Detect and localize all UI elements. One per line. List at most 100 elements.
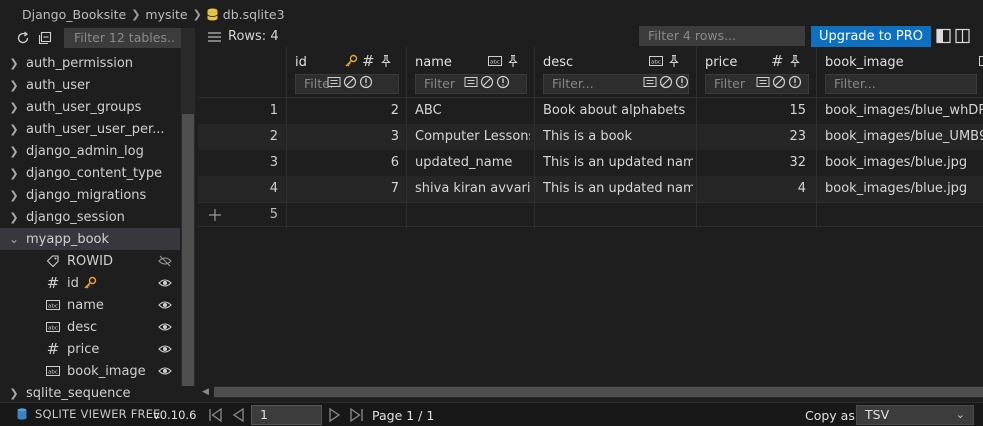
first-previous-page-icons[interactable] [208, 407, 246, 423]
grid-scrollbar-thumb[interactable] [214, 387, 983, 397]
pin-icon[interactable] [788, 54, 802, 68]
breadcrumb: Django_Booksite ❯ mysite ❯ db.sqlite3 [0, 0, 983, 28]
copy-format-select[interactable]: TSV ⌄ [856, 405, 974, 425]
column-item-book-image[interactable]: abc book_image [0, 360, 180, 382]
column-item-name[interactable]: abc name [0, 294, 180, 316]
breadcrumb-item-folder[interactable]: mysite [145, 7, 187, 22]
sqlite-logo-icon [17, 408, 27, 420]
filter-alert-icon[interactable] [359, 75, 373, 89]
column-header-book-image[interactable]: book_image Filter... [816, 47, 983, 98]
eye-closed-icon[interactable] [158, 255, 172, 267]
chevron-right-icon: ❯ [9, 56, 19, 70]
column-header-desc[interactable]: desc abc Filter... [534, 47, 696, 98]
filter-text-icon[interactable] [643, 75, 657, 89]
collapse-all-icon[interactable] [38, 31, 52, 45]
table-tree: ❯ auth_permission ❯ auth_user ❯ auth_user_g… [0, 52, 180, 404]
column-item-id[interactable]: # id [0, 272, 180, 294]
scroll-left-icon[interactable]: ◀ [202, 387, 209, 397]
breadcrumb-item-project[interactable]: Django_Booksite [22, 7, 126, 22]
main-toolbar: Rows: 4 Filter 4 rows... Upgrade to PRO [198, 26, 983, 48]
table-item[interactable]: ❯ django_admin_log [0, 140, 180, 162]
table-row[interactable]: 4 7 shiva kiran avvari This is an update… [198, 176, 983, 202]
table-item[interactable]: ❯ auth_user [0, 74, 180, 96]
next-last-page-icons[interactable] [328, 407, 366, 423]
copy-as-label: Copy as [805, 408, 855, 423]
filter-null-icon[interactable] [772, 75, 786, 89]
grid-horizontal-scrollbar[interactable] [214, 386, 983, 398]
column-item-desc[interactable]: abc desc [0, 316, 180, 338]
column-header-id[interactable]: id # Filter [286, 47, 406, 98]
eye-icon[interactable] [158, 299, 172, 311]
chevron-down-icon: ⌄ [955, 408, 965, 421]
filter-text-icon[interactable] [327, 75, 341, 89]
text-icon: abc [46, 366, 60, 376]
page-number-input[interactable]: 1 [251, 405, 322, 425]
filter-alert-icon[interactable] [496, 75, 510, 89]
panel-layout-controls [936, 28, 970, 48]
table-item[interactable]: ❯ django_content_type [0, 162, 180, 184]
column-header-price[interactable]: price # Filter [696, 47, 816, 98]
sidebar-scrollbar[interactable] [181, 28, 195, 386]
filter-null-icon[interactable] [343, 75, 357, 89]
sidebar: Filter 12 tables.. ❯ auth_permission ❯ aut… [0, 28, 196, 402]
hash-icon: # [46, 274, 60, 292]
eye-icon[interactable] [158, 365, 172, 377]
eye-icon[interactable] [158, 343, 172, 355]
chevron-right-icon: ❯ [192, 7, 202, 21]
filter-text-icon[interactable] [756, 75, 770, 89]
column-item-rowid[interactable]: ROWID [0, 250, 180, 272]
table-item[interactable]: ❯ django_migrations [0, 184, 180, 206]
column-item-price[interactable]: # price [0, 338, 180, 360]
chevron-right-icon: ❯ [9, 166, 19, 180]
pin-icon[interactable] [667, 54, 681, 68]
chevron-right-icon: ❯ [9, 144, 19, 158]
key-icon [345, 54, 358, 67]
hash-icon: # [362, 52, 375, 70]
table-item[interactable]: ❯ sqlite_sequence [0, 382, 180, 404]
table-row[interactable]: 3 6 updated_name This is an updated name… [198, 150, 983, 176]
table-row[interactable]: 2 3 Computer Lessons This is a book 23 b… [198, 124, 983, 150]
eye-icon[interactable] [158, 277, 172, 289]
filter-tables-input[interactable]: Filter 12 tables.. [64, 28, 190, 48]
filter-text-icon[interactable] [464, 75, 478, 89]
upgrade-button[interactable]: Upgrade to PRO [811, 26, 931, 47]
table-item[interactable]: ❯ auth_user_groups [0, 96, 180, 118]
panel-toggle-icon[interactable] [936, 28, 970, 44]
text-icon [979, 56, 983, 66]
table-item-selected[interactable]: ⌄ myapp_book [0, 228, 180, 250]
pin-icon[interactable] [506, 54, 520, 68]
grid-header: id # Filter name abc Filter desc abc Fil… [198, 47, 983, 98]
new-row[interactable]: 5 [198, 202, 983, 227]
chevron-right-icon: ❯ [9, 386, 19, 400]
hash-icon: # [46, 340, 60, 358]
chevron-right-icon: ❯ [9, 78, 19, 92]
breadcrumb-item-file[interactable]: db.sqlite3 [223, 7, 285, 22]
chevron-right-icon: ❯ [9, 188, 19, 202]
page-label: Page 1 / 1 [372, 408, 435, 423]
key-icon [84, 276, 97, 289]
svg-text:abc: abc [48, 370, 58, 376]
table-item[interactable]: ❯ django_session [0, 206, 180, 228]
database-icon [206, 8, 218, 20]
sidebar-scrollbar-thumb[interactable] [182, 114, 194, 386]
column-filter-input[interactable]: Filter... [825, 74, 977, 94]
table-row[interactable]: 1 2 ABC Book about alphabets 15 book_ima… [198, 98, 983, 124]
filter-alert-icon[interactable] [675, 75, 689, 89]
filter-alert-icon[interactable] [788, 75, 802, 89]
filter-null-icon[interactable] [480, 75, 494, 89]
column-header-name[interactable]: name abc Filter [406, 47, 534, 98]
menu-icon[interactable] [208, 31, 221, 43]
filter-null-icon[interactable] [659, 75, 673, 89]
text-icon: abc [488, 56, 502, 66]
refresh-icon[interactable] [16, 31, 30, 45]
svg-text:abc: abc [48, 304, 58, 310]
pin-icon[interactable] [379, 54, 393, 68]
table-item[interactable]: ❯ auth_user_user_per... [0, 118, 180, 140]
sidebar-toolbar: Filter 12 tables.. [0, 28, 196, 48]
filter-rows-input[interactable]: Filter 4 rows... [639, 26, 805, 46]
data-grid: id # Filter name abc Filter desc abc Fil… [198, 47, 983, 227]
table-item[interactable]: ❯ auth_permission [0, 52, 180, 74]
main-panel: Rows: 4 Filter 4 rows... Upgrade to PRO … [198, 26, 983, 402]
hash-icon: # [771, 52, 784, 70]
eye-icon[interactable] [158, 321, 172, 333]
